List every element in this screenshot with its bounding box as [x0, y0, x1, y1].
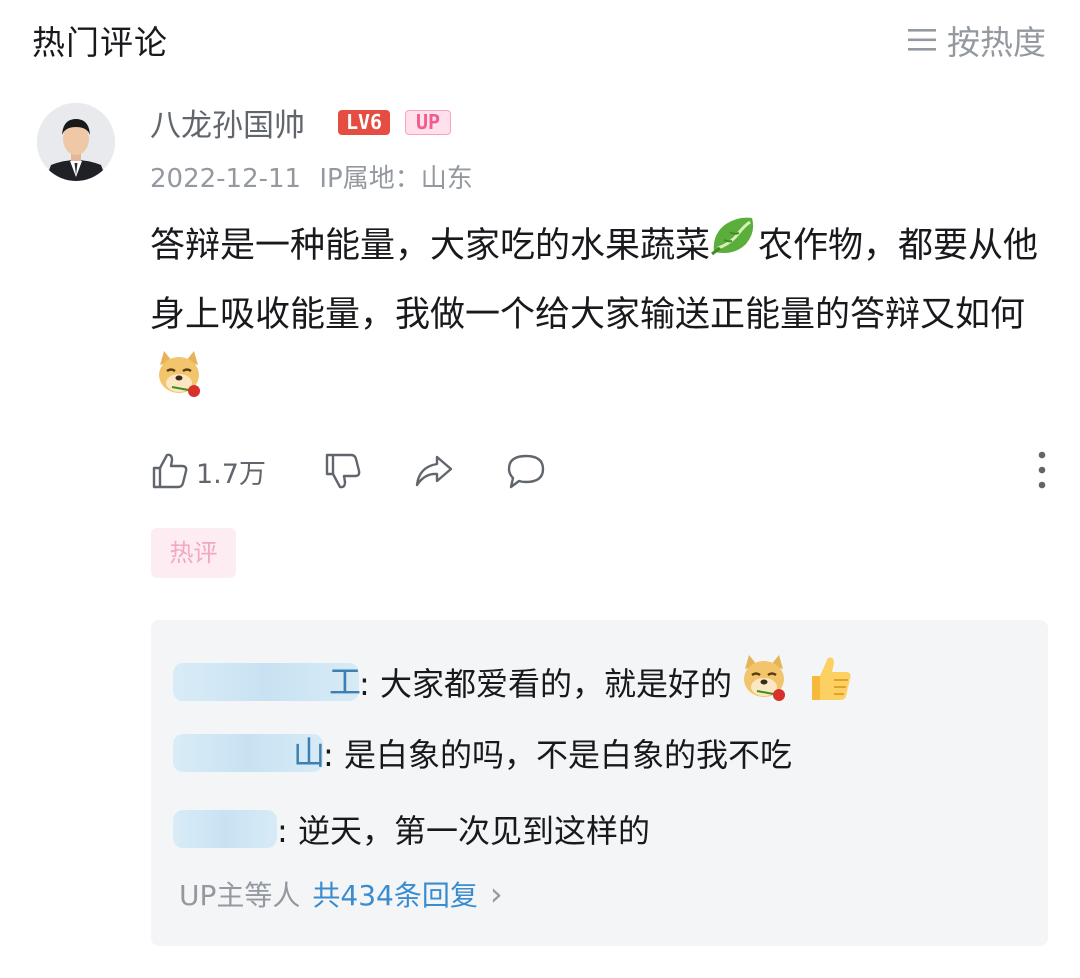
- up-badge: UP: [405, 110, 451, 135]
- sort-by-hotness-button[interactable]: 按热度: [907, 16, 1046, 64]
- reply-item[interactable]: 山 : 是白象的吗，不是白象的我不吃: [173, 730, 792, 776]
- reply-more-count: 共434条回复: [312, 879, 478, 912]
- reply-more-who: UP主等人: [179, 879, 301, 912]
- comment-icon: [507, 454, 545, 489]
- reply-preview-box[interactable]: 工 : 大家都爱看的，就是好的 山 : 是白象的吗，不是白象的我不吃: 逆天，…: [151, 620, 1048, 946]
- reply-username-blurred[interactable]: 工: [173, 663, 361, 701]
- reply-item[interactable]: : 逆天，第一次见到这样的: [173, 806, 650, 852]
- dislike-button[interactable]: [323, 451, 363, 491]
- share-button[interactable]: [413, 451, 455, 491]
- comment-date: 2022-12-11: [150, 164, 302, 194]
- more-options-button[interactable]: [1038, 450, 1046, 494]
- lettuce-emoji-icon: [710, 213, 758, 281]
- reply-username-tail: 工: [328, 663, 361, 701]
- doge-rose-emoji-icon: [738, 653, 790, 711]
- view-all-replies-link[interactable]: UP主等人 共434条回复 ›: [179, 874, 503, 914]
- reply-text: : 大家都爱看的，就是好的: [359, 665, 732, 703]
- thumbs-up-emoji-icon: [804, 652, 854, 712]
- comment-actions: 1.7万: [150, 446, 547, 496]
- reply-text: : 是白象的吗，不是白象的我不吃: [323, 736, 792, 774]
- thumb-up-icon: [152, 453, 188, 489]
- reply-button[interactable]: [505, 451, 547, 491]
- level-badge: LV6: [338, 110, 390, 135]
- thumb-down-icon: [325, 453, 361, 489]
- chevron-right-icon: ›: [489, 875, 503, 913]
- comment-text-part1: 答辩是一种能量，大家吃的水果蔬菜: [150, 226, 711, 266]
- reply-text: : 逆天，第一次见到这样的: [277, 812, 650, 850]
- section-title: 热门评论: [32, 23, 168, 62]
- like-button[interactable]: 1.7万: [150, 451, 266, 491]
- ip-location: IP属地：山东: [319, 164, 473, 194]
- menu-lines-icon: [908, 29, 936, 51]
- hot-comment-tag: 热评: [151, 528, 236, 578]
- reply-username-tail: 山: [292, 734, 325, 772]
- doge-rose-emoji-icon: [154, 349, 204, 422]
- reply-username-blurred[interactable]: [173, 810, 277, 848]
- like-count: 1.7万: [196, 458, 266, 490]
- sort-label: 按热度: [947, 23, 1046, 62]
- more-vertical-icon: [1038, 451, 1046, 489]
- comment-username[interactable]: 八龙孙国帅: [150, 100, 305, 145]
- comment-meta: 2022-12-11 IP属地：山东: [150, 158, 473, 195]
- comment-content: 答辩是一种能量，大家吃的水果蔬菜 农作物，都要从他身上吸收能量，我做一个给大家输…: [150, 212, 1045, 422]
- share-icon: [415, 455, 453, 487]
- avatar[interactable]: [37, 103, 115, 181]
- reply-username-blurred[interactable]: 山: [173, 734, 325, 772]
- reply-item[interactable]: 工 : 大家都爱看的，就是好的: [173, 652, 854, 712]
